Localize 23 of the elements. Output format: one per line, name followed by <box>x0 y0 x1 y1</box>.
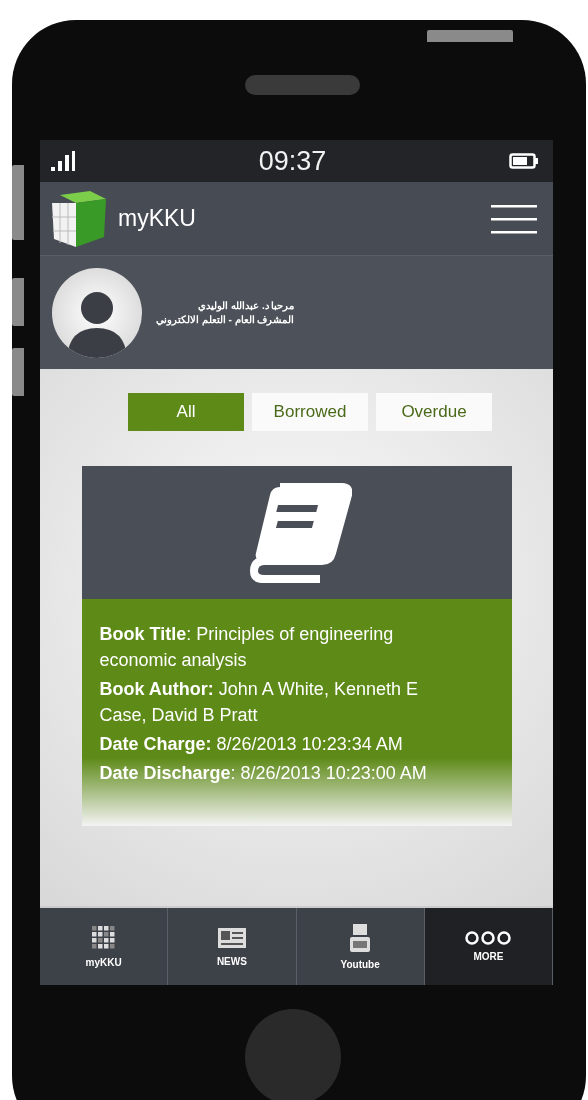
filter-tab[interactable]: Borrowed <box>252 393 368 431</box>
book-detail: Book Title: Principles of engineering economic analysis <box>99 623 395 672</box>
three-circles-icon <box>465 931 512 945</box>
book-detail: Date Discharge: 8/26/2013 10:23:00 AM <box>99 762 428 785</box>
nav-tab[interactable]: NEWS <box>168 908 297 985</box>
filter-tab[interactable]: All <box>128 393 244 431</box>
nav-tab[interactable]: myKKU <box>40 908 169 985</box>
profile-text: المشرف العام - التعلم الالكتروني <box>156 314 295 325</box>
nav-tab[interactable]: MORE <box>424 908 553 985</box>
video-logo-icon <box>349 923 372 953</box>
battery-icon <box>509 153 539 169</box>
profile-text: مرحبا د. عبدالله الوليدي <box>197 300 295 311</box>
nav-tab[interactable]: Youtube <box>296 908 425 985</box>
menu-icon <box>491 203 537 234</box>
newspaper-icon <box>216 926 247 950</box>
signal-icon <box>50 150 76 172</box>
cube-logo-icon <box>50 188 108 249</box>
filter-tab[interactable]: Overdue <box>376 393 492 431</box>
app-name: myKKU <box>118 205 196 232</box>
status-time: 09:37 <box>258 145 327 177</box>
book-detail: Date Charge: 8/26/2013 10:23:34 AM <box>99 733 404 756</box>
book-detail: Book Author: John A White, Kenneth E Case, David B Pratt <box>99 678 419 727</box>
cube-icon <box>90 925 117 951</box>
